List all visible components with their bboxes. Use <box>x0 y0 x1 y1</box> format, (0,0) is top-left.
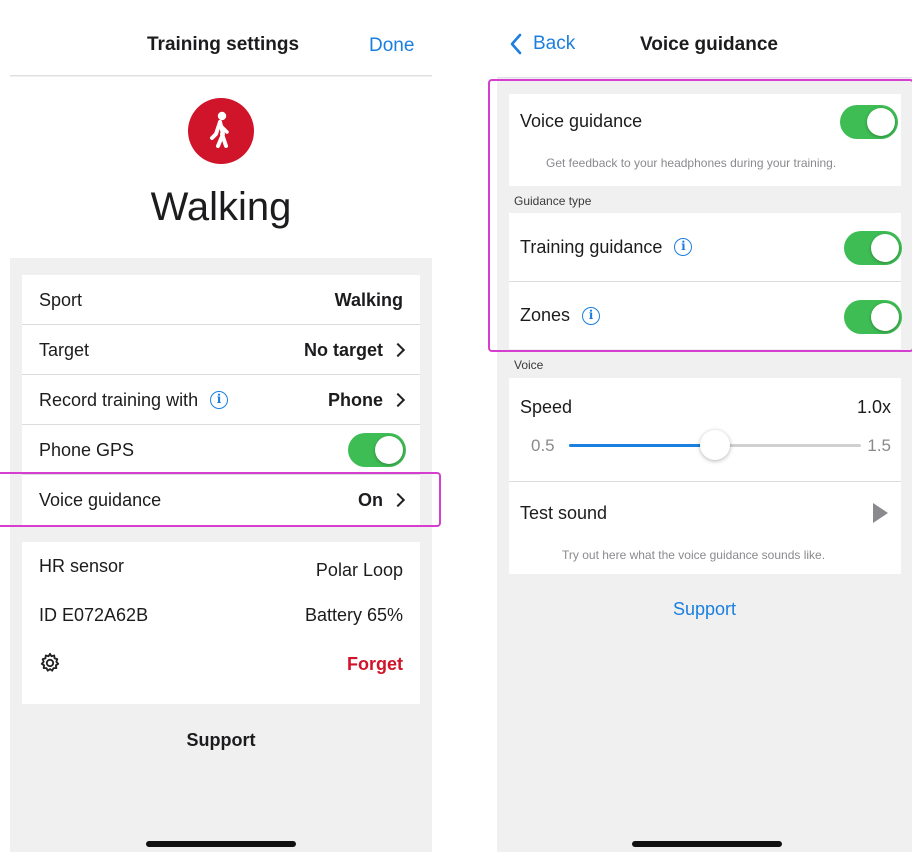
voice-card: Speed 1.0x 0.5 1.5 Test sound Try out he… <box>509 378 901 574</box>
training-settings-header: Training settings Done <box>10 10 432 76</box>
voice-guidance-highlight <box>0 472 441 527</box>
phone-gps-label: Phone GPS <box>39 439 135 460</box>
play-icon[interactable] <box>870 501 890 525</box>
phone-gps-toggle[interactable] <box>348 433 406 467</box>
speed-slider-track[interactable] <box>569 430 861 460</box>
gear-icon[interactable] <box>39 652 61 674</box>
chevron-right-icon <box>390 342 406 358</box>
target-label: Target <box>39 339 90 360</box>
record-training-value: Phone <box>327 389 383 410</box>
hr-sensor-id: ID E072A62B <box>39 605 149 625</box>
training-settings-screen: Training settings Done Walking Sport Wal… <box>10 10 432 852</box>
target-value: No target <box>303 339 383 360</box>
speed-slider-thumb[interactable] <box>700 430 730 460</box>
back-label: Back <box>533 33 576 54</box>
record-training-label: Record training with <box>39 389 199 410</box>
info-icon[interactable]: i <box>210 391 229 409</box>
test-sound-row[interactable]: Test sound <box>509 482 901 544</box>
support-link[interactable]: Support <box>10 730 432 751</box>
speed-slider-fill <box>569 444 715 447</box>
sport-label: Sport <box>39 289 83 310</box>
sport-header: Walking <box>10 77 432 258</box>
home-indicator <box>632 841 782 847</box>
test-sound-label: Test sound <box>520 502 608 523</box>
support-link[interactable]: Support <box>497 599 912 620</box>
hr-sensor-card: HR sensor Polar Loop ID E072A62B Battery… <box>22 542 420 704</box>
record-training-row[interactable]: Record training with i Phone <box>22 375 420 425</box>
sport-value: Walking <box>334 289 403 310</box>
guidance-settings-highlight <box>488 79 912 352</box>
speed-max-label: 1.5 <box>867 436 891 455</box>
test-sound-caption: Try out here what the voice guidance sou… <box>562 548 826 562</box>
target-row[interactable]: Target No target <box>22 325 420 375</box>
speed-value: 1.0x <box>856 397 891 417</box>
voice-guidance-header: Back Voice guidance <box>497 10 912 78</box>
chevron-right-icon <box>390 392 406 408</box>
hr-sensor-battery: Battery 65% <box>304 605 403 625</box>
voice-section-label: Voice <box>514 358 544 372</box>
sport-title: Walking <box>150 185 292 229</box>
hr-sensor-label: HR sensor <box>39 556 125 576</box>
hr-sensor-device: Polar Loop <box>315 560 403 580</box>
done-button[interactable]: Done <box>369 35 414 57</box>
chevron-left-icon <box>510 33 522 55</box>
page-title: Training settings <box>147 34 300 55</box>
home-indicator <box>146 841 296 847</box>
forget-button[interactable]: Forget <box>347 654 403 675</box>
page-title: Voice guidance <box>640 34 778 55</box>
walking-person-icon <box>188 98 254 164</box>
speed-label: Speed <box>520 397 573 417</box>
sport-row[interactable]: Sport Walking <box>22 275 420 325</box>
back-button[interactable]: Back <box>509 33 575 55</box>
speed-min-label: 0.5 <box>531 436 555 455</box>
